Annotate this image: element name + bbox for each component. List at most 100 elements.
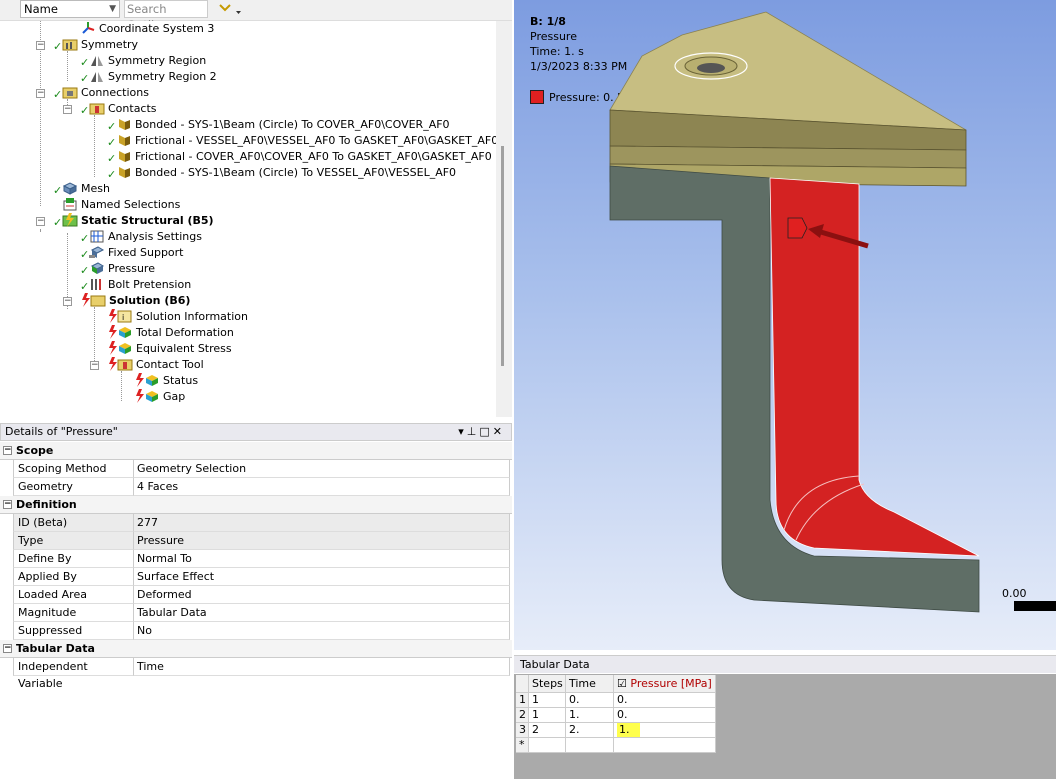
- property-label: Suppressed: [13, 622, 134, 640]
- tree-label: Mesh: [81, 182, 110, 195]
- row-scoping-method[interactable]: Scoping Method Geometry Selection: [0, 460, 512, 478]
- tree-item-mesh[interactable]: Mesh: [62, 181, 110, 197]
- property-value[interactable]: Time: [134, 658, 510, 676]
- property-value[interactable]: Deformed: [134, 586, 510, 604]
- cell-pressure[interactable]: 1.: [614, 723, 716, 738]
- property-value[interactable]: Normal To: [134, 550, 510, 568]
- bonded-contact-icon: [116, 165, 132, 179]
- tree-item-symmetry-region-2[interactable]: Symmetry Region 2: [89, 69, 217, 85]
- new-row-marker: *: [516, 738, 529, 753]
- tree-item-contact-tool[interactable]: Contact Tool: [107, 357, 204, 373]
- check-icon: ✓: [80, 104, 90, 117]
- tree-item-connections[interactable]: Connections: [62, 85, 149, 101]
- collapse-icon[interactable]: −: [3, 446, 12, 455]
- property-value[interactable]: No: [134, 622, 510, 640]
- tree-item-status[interactable]: Status: [134, 373, 198, 389]
- search-outline-input[interactable]: Search Outline: [124, 0, 208, 32]
- tree-label: Contacts: [108, 102, 157, 115]
- graphics-viewport[interactable]: B: 1/8 Pressure Time: 1. s 1/3/2023 8:33…: [514, 0, 1056, 650]
- check-icon: ✓: [53, 40, 63, 53]
- collapse-contacts-toggle[interactable]: −: [63, 105, 72, 114]
- filter-chevron-icon: [219, 4, 241, 14]
- row-loaded-area[interactable]: Loaded Area Deformed: [0, 586, 512, 604]
- maximize-icon[interactable]: □: [479, 425, 492, 438]
- row-define-by[interactable]: Define By Normal To: [0, 550, 512, 568]
- tree-item-solution-information[interactable]: i Solution Information: [107, 309, 248, 325]
- collapse-solution-toggle[interactable]: −: [63, 297, 72, 306]
- tree-item-total-deformation[interactable]: Total Deformation: [107, 325, 234, 341]
- row-independent-variable[interactable]: Independent Variable Time: [0, 658, 512, 690]
- checkbox-icon[interactable]: ☑: [617, 677, 627, 690]
- collapse-icon[interactable]: −: [3, 500, 12, 509]
- cell-time[interactable]: [566, 738, 614, 753]
- tree-label: Contact Tool: [136, 358, 204, 371]
- tree-item-symmetry-region[interactable]: Symmetry Region: [89, 53, 206, 69]
- contacts-folder-icon: [89, 101, 105, 115]
- property-label: Applied By: [13, 568, 134, 586]
- section-tabular-data[interactable]: − Tabular Data: [0, 640, 512, 658]
- tree-scrollbar-thumb[interactable]: [501, 146, 504, 366]
- property-value[interactable]: Geometry Selection: [134, 460, 510, 478]
- cell-time[interactable]: 2.: [566, 723, 614, 738]
- col-header-time[interactable]: Time [s]: [566, 675, 614, 708]
- section-scope[interactable]: − Scope: [0, 442, 512, 460]
- cell-steps[interactable]: 1: [529, 693, 566, 708]
- check-icon: ✓: [53, 184, 63, 197]
- row-id[interactable]: ID (Beta) 277: [0, 514, 512, 532]
- cell-steps[interactable]: 1: [529, 708, 566, 723]
- collapse-icon[interactable]: −: [3, 644, 12, 653]
- tree-item-equivalent-stress[interactable]: Equivalent Stress: [107, 341, 232, 357]
- tree-item-static-structural[interactable]: Static Structural (B5): [62, 213, 214, 229]
- tree-item-contact-2[interactable]: Frictional - VESSEL_AF0\VESSEL_AF0 To GA…: [116, 133, 496, 149]
- collapse-symmetry-toggle[interactable]: −: [36, 41, 45, 50]
- tree-label: Equivalent Stress: [136, 342, 232, 355]
- tree-item-coordinate-system-3[interactable]: Coordinate System 3: [80, 21, 214, 37]
- tree-item-contacts[interactable]: Contacts: [89, 101, 157, 117]
- property-label: Define By: [13, 550, 134, 568]
- property-value[interactable]: Surface Effect: [134, 568, 510, 586]
- col-header-steps[interactable]: Steps: [529, 675, 566, 693]
- cell-pressure[interactable]: 0.: [614, 708, 716, 723]
- tree-item-fixed-support[interactable]: Fixed Support: [89, 245, 184, 261]
- cell-time[interactable]: 0.: [566, 693, 614, 708]
- pin-icon[interactable]: ⊥: [467, 425, 480, 438]
- tree-item-gap[interactable]: Gap: [134, 389, 185, 405]
- outline-name-select[interactable]: Name ▼: [20, 0, 120, 18]
- named-selections-icon: [62, 197, 78, 211]
- row-suppressed[interactable]: Suppressed No: [0, 622, 512, 640]
- tree-item-symmetry[interactable]: Symmetry: [62, 37, 138, 53]
- col-header-pressure[interactable]: ☑ Pressure [MPa]: [614, 675, 716, 693]
- tree-item-contact-4[interactable]: Bonded - SYS-1\Beam (Circle) To VESSEL_A…: [116, 165, 456, 181]
- tree-item-pressure[interactable]: Pressure: [89, 261, 155, 277]
- close-icon[interactable]: ✕: [493, 425, 505, 438]
- property-value[interactable]: Tabular Data: [134, 604, 510, 622]
- property-label: ID (Beta): [13, 514, 134, 532]
- tree-item-solution[interactable]: Solution (B6): [80, 293, 190, 309]
- model-geometry: [609, 11, 980, 613]
- row-magnitude[interactable]: Magnitude Tabular Data: [0, 604, 512, 622]
- collapse-connections-toggle[interactable]: −: [36, 89, 45, 98]
- bonded-contact-icon: [116, 117, 132, 131]
- collapse-contact-tool-toggle[interactable]: −: [90, 361, 99, 370]
- row-geometry[interactable]: Geometry 4 Faces: [0, 478, 512, 496]
- property-value[interactable]: 4 Faces: [134, 478, 510, 496]
- gap-icon: [134, 389, 160, 403]
- section-definition[interactable]: − Definition: [0, 496, 512, 514]
- outline-filter-button[interactable]: [214, 0, 244, 18]
- tree-item-named-selections[interactable]: Named Selections: [62, 197, 180, 213]
- tree-item-analysis-settings[interactable]: Analysis Settings: [89, 229, 202, 245]
- cell-pressure[interactable]: 0.: [614, 693, 716, 708]
- tree-item-bolt-pretension[interactable]: Bolt Pretension: [89, 277, 191, 293]
- dropdown-icon[interactable]: ▾: [458, 425, 467, 438]
- cell-time[interactable]: 1.: [566, 708, 614, 723]
- cell-pressure[interactable]: [614, 738, 716, 753]
- row-type[interactable]: Type Pressure: [0, 532, 512, 550]
- cell-steps[interactable]: [529, 738, 566, 753]
- tree-item-contact-1[interactable]: Bonded - SYS-1\Beam (Circle) To COVER_AF…: [116, 117, 450, 133]
- tree-scrollbar[interactable]: [496, 21, 512, 417]
- row-applied-by[interactable]: Applied By Surface Effect: [0, 568, 512, 586]
- check-icon: ✓: [80, 56, 90, 69]
- collapse-static-structural-toggle[interactable]: −: [36, 217, 45, 226]
- tree-item-contact-3[interactable]: Frictional - COVER_AF0\COVER_AF0 To GASK…: [116, 149, 492, 165]
- cell-steps[interactable]: 2: [529, 723, 566, 738]
